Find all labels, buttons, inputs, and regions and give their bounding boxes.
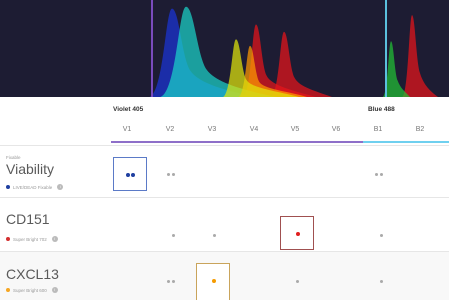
- reagent-color-dot: [6, 288, 10, 292]
- emission-spectrum-plot: [0, 0, 449, 97]
- reagent-label: Super Bright 702 i: [6, 236, 58, 242]
- laser-label-violet: Violet 405: [113, 106, 144, 113]
- cell-dot[interactable]: [380, 173, 383, 176]
- cell-dot-selected: [296, 232, 300, 236]
- cell-dot[interactable]: [380, 234, 383, 237]
- column-header-v2: V2: [165, 126, 175, 133]
- column-header-v3: V3: [207, 126, 217, 133]
- cell-dot[interactable]: [296, 280, 299, 283]
- column-header-v4: V4: [249, 126, 259, 133]
- cell-dot[interactable]: [213, 234, 216, 237]
- cell-dot-selected: [126, 173, 130, 177]
- cell-dot-selected: [212, 279, 216, 283]
- cell-dot[interactable]: [172, 173, 175, 176]
- column-header-v6: V6: [331, 126, 341, 133]
- blue-laser-underline: [363, 141, 449, 143]
- row-title-cxcl13: CXCL13: [6, 266, 59, 282]
- reagent-name: Super Bright 600: [13, 287, 47, 293]
- cell-dot[interactable]: [172, 280, 175, 283]
- cell-dot[interactable]: [172, 234, 175, 237]
- violet-laser-underline: [111, 141, 363, 143]
- reagent-color-dot: [6, 185, 10, 189]
- reagent-name: Super Bright 702: [13, 236, 47, 242]
- reagent-name: LIVE/DEAD Fixable: [13, 184, 53, 190]
- spectrum-peak: [402, 15, 438, 97]
- table-row-viability: Fixable Viability LIVE/DEAD Fixable i: [0, 145, 449, 197]
- cell-dot[interactable]: [375, 173, 378, 176]
- cell-dot[interactable]: [167, 173, 170, 176]
- cell-dot[interactable]: [380, 280, 383, 283]
- row-title-viability: Viability: [6, 161, 54, 177]
- cell-dot-selected: [131, 173, 135, 177]
- selected-cell-v1[interactable]: [113, 157, 147, 191]
- laser-header: [0, 97, 449, 145]
- column-header-b2: B2: [415, 126, 425, 133]
- reagent-color-dot: [6, 237, 10, 241]
- column-header-b1: B1: [373, 126, 383, 133]
- reagent-label: LIVE/DEAD Fixable i: [6, 184, 64, 190]
- info-icon[interactable]: i: [57, 184, 64, 190]
- reagent-label: Super Bright 600 i: [6, 287, 58, 293]
- table-row-cd151: CD151 Super Bright 702 i: [0, 197, 449, 251]
- column-header-v1: V1: [122, 126, 132, 133]
- table-row-cxcl13: CXCL13 Super Bright 600 i: [0, 251, 449, 300]
- info-icon[interactable]: i: [51, 287, 58, 293]
- row-small-label: Fixable: [6, 155, 21, 160]
- info-icon[interactable]: i: [51, 236, 58, 242]
- row-title-cd151: CD151: [6, 211, 50, 227]
- laser-label-blue: Blue 488: [368, 106, 395, 113]
- cell-dot[interactable]: [167, 280, 170, 283]
- column-header-v5: V5: [290, 126, 300, 133]
